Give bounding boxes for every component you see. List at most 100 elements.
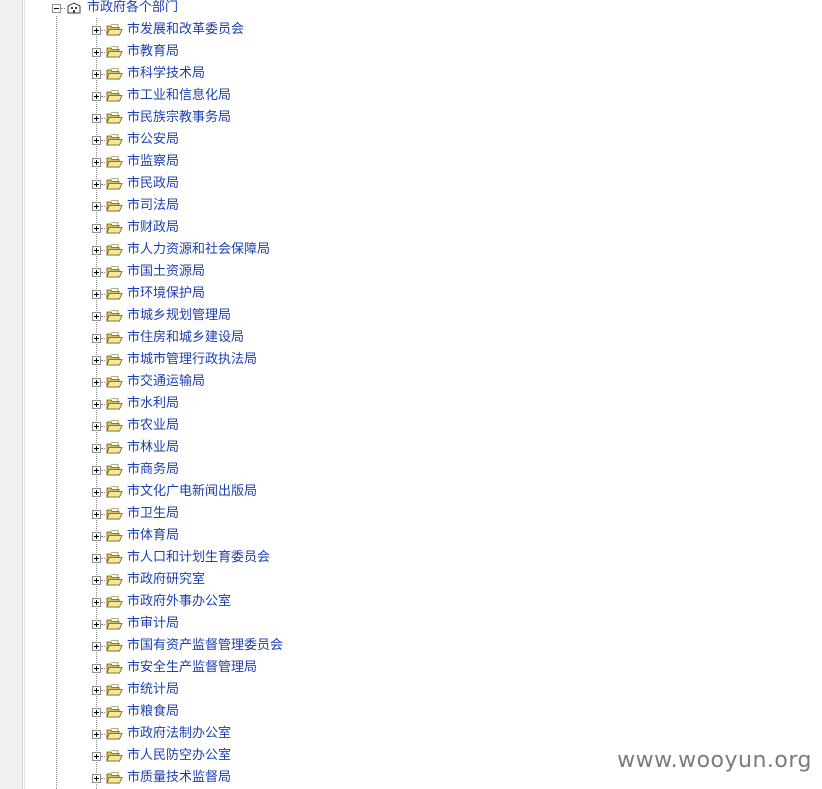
tree-item-label[interactable]: 市人力资源和社会保障局 bbox=[127, 242, 270, 258]
collapse-toggle[interactable] bbox=[52, 3, 61, 13]
tree-item[interactable]: 市商务局 bbox=[92, 460, 179, 480]
expand-toggle[interactable] bbox=[92, 311, 101, 321]
tree-item-label[interactable]: 市城市管理行政执法局 bbox=[127, 352, 257, 368]
tree-item-label[interactable]: 市住房和城乡建设局 bbox=[127, 330, 244, 346]
tree-item-label[interactable]: 市监察局 bbox=[127, 154, 179, 170]
tree-item[interactable]: 市交通运输局 bbox=[92, 372, 205, 392]
expand-toggle[interactable] bbox=[92, 729, 101, 739]
tree-item[interactable]: 市民政局 bbox=[92, 174, 179, 194]
tree-item-label[interactable]: 市体育局 bbox=[127, 528, 179, 544]
tree-item[interactable]: 市财政局 bbox=[92, 218, 179, 238]
tree-item[interactable]: 市体育局 bbox=[92, 526, 179, 546]
tree-item-label[interactable]: 市发展和改革委员会 bbox=[127, 22, 244, 38]
expand-toggle[interactable] bbox=[92, 421, 101, 431]
tree-item-label[interactable]: 市安全生产监督管理局 bbox=[127, 660, 257, 676]
tree-item-label[interactable]: 市水利局 bbox=[127, 396, 179, 412]
expand-toggle[interactable] bbox=[92, 69, 101, 79]
tree-item[interactable]: 市发展和改革委员会 bbox=[92, 20, 244, 40]
expand-toggle[interactable] bbox=[92, 399, 101, 409]
tree-item[interactable]: 市林业局 bbox=[92, 438, 179, 458]
tree-item-label[interactable]: 市质量技术监督局 bbox=[127, 770, 231, 786]
expand-toggle[interactable] bbox=[92, 487, 101, 497]
tree-item-label[interactable]: 市城乡规划管理局 bbox=[127, 308, 231, 324]
expand-toggle[interactable] bbox=[92, 113, 101, 123]
tree-item-label[interactable]: 市公安局 bbox=[127, 132, 179, 148]
tree-item-label[interactable]: 市统计局 bbox=[127, 682, 179, 698]
tree-item[interactable]: 市政府研究室 bbox=[92, 570, 205, 590]
expand-toggle[interactable] bbox=[92, 751, 101, 761]
expand-toggle[interactable] bbox=[92, 223, 101, 233]
tree-item[interactable]: 市司法局 bbox=[92, 196, 179, 216]
tree-item-label[interactable]: 市林业局 bbox=[127, 440, 179, 456]
tree-item[interactable]: 市政府外事办公室 bbox=[92, 592, 231, 612]
tree-item[interactable]: 市质量技术监督局 bbox=[92, 768, 231, 788]
tree-item-label[interactable]: 市教育局 bbox=[127, 44, 179, 60]
expand-toggle[interactable] bbox=[92, 509, 101, 519]
tree-root-label[interactable]: 市政府各个部门 bbox=[87, 0, 178, 16]
tree-item-label[interactable]: 市人口和计划生育委员会 bbox=[127, 550, 270, 566]
expand-toggle[interactable] bbox=[92, 531, 101, 541]
tree-item[interactable]: 市统计局 bbox=[92, 680, 179, 700]
tree-item[interactable]: 市监察局 bbox=[92, 152, 179, 172]
expand-toggle[interactable] bbox=[92, 465, 101, 475]
tree-item-label[interactable]: 市环境保护局 bbox=[127, 286, 205, 302]
tree-item[interactable]: 市城市管理行政执法局 bbox=[92, 350, 257, 370]
tree-item-label[interactable]: 市政府法制办公室 bbox=[127, 726, 231, 742]
expand-toggle[interactable] bbox=[92, 641, 101, 651]
tree-item-label[interactable]: 市财政局 bbox=[127, 220, 179, 236]
expand-toggle[interactable] bbox=[92, 245, 101, 255]
tree-item[interactable]: 市教育局 bbox=[92, 42, 179, 62]
tree-item[interactable]: 市卫生局 bbox=[92, 504, 179, 524]
tree-item-label[interactable]: 市民政局 bbox=[127, 176, 179, 192]
tree-item[interactable]: 市国有资产监督管理委员会 bbox=[92, 636, 283, 656]
tree-item[interactable]: 市科学技术局 bbox=[92, 64, 205, 84]
expand-toggle[interactable] bbox=[92, 91, 101, 101]
tree-item[interactable]: 市农业局 bbox=[92, 416, 179, 436]
tree-item[interactable]: 市工业和信息化局 bbox=[92, 86, 231, 106]
tree-item-label[interactable]: 市政府外事办公室 bbox=[127, 594, 231, 610]
expand-toggle[interactable] bbox=[92, 355, 101, 365]
tree-item[interactable]: 市公安局 bbox=[92, 130, 179, 150]
expand-toggle[interactable] bbox=[92, 663, 101, 673]
tree-item-label[interactable]: 市粮食局 bbox=[127, 704, 179, 720]
tree-item-label[interactable]: 市政府研究室 bbox=[127, 572, 205, 588]
tree-item-label[interactable]: 市交通运输局 bbox=[127, 374, 205, 390]
expand-toggle[interactable] bbox=[92, 179, 101, 189]
tree-item[interactable]: 市粮食局 bbox=[92, 702, 179, 722]
expand-toggle[interactable] bbox=[92, 289, 101, 299]
tree-item[interactable]: 市审计局 bbox=[92, 614, 179, 634]
tree-item[interactable]: 市安全生产监督管理局 bbox=[92, 658, 257, 678]
tree-item[interactable]: 市水利局 bbox=[92, 394, 179, 414]
expand-toggle[interactable] bbox=[92, 443, 101, 453]
tree-item-label[interactable]: 市卫生局 bbox=[127, 506, 179, 522]
tree-item-label[interactable]: 市人民防空办公室 bbox=[127, 748, 231, 764]
tree-item[interactable]: 市环境保护局 bbox=[92, 284, 205, 304]
tree-item-label[interactable]: 市审计局 bbox=[127, 616, 179, 632]
tree-item[interactable]: 市人民防空办公室 bbox=[92, 746, 231, 766]
expand-toggle[interactable] bbox=[92, 47, 101, 57]
expand-toggle[interactable] bbox=[92, 25, 101, 35]
tree-root-node[interactable]: 市政府各个部门 bbox=[52, 0, 178, 18]
tree-item-label[interactable]: 市商务局 bbox=[127, 462, 179, 478]
tree-item-label[interactable]: 市文化广电新闻出版局 bbox=[127, 484, 257, 500]
expand-toggle[interactable] bbox=[92, 597, 101, 607]
tree-item[interactable]: 市住房和城乡建设局 bbox=[92, 328, 244, 348]
expand-toggle[interactable] bbox=[92, 773, 101, 783]
tree-item[interactable]: 市人力资源和社会保障局 bbox=[92, 240, 270, 260]
expand-toggle[interactable] bbox=[92, 201, 101, 211]
tree-item-label[interactable]: 市司法局 bbox=[127, 198, 179, 214]
expand-toggle[interactable] bbox=[92, 685, 101, 695]
expand-toggle[interactable] bbox=[92, 619, 101, 629]
tree-item-label[interactable]: 市国土资源局 bbox=[127, 264, 205, 280]
tree-item[interactable]: 市政府法制办公室 bbox=[92, 724, 231, 744]
tree-item[interactable]: 市文化广电新闻出版局 bbox=[92, 482, 257, 502]
tree-item-label[interactable]: 市科学技术局 bbox=[127, 66, 205, 82]
tree-item[interactable]: 市国土资源局 bbox=[92, 262, 205, 282]
tree-item[interactable]: 市人口和计划生育委员会 bbox=[92, 548, 270, 568]
expand-toggle[interactable] bbox=[92, 267, 101, 277]
expand-toggle[interactable] bbox=[92, 553, 101, 563]
tree-item[interactable]: 市城乡规划管理局 bbox=[92, 306, 231, 326]
tree-item-label[interactable]: 市国有资产监督管理委员会 bbox=[127, 638, 283, 654]
expand-toggle[interactable] bbox=[92, 377, 101, 387]
expand-toggle[interactable] bbox=[92, 333, 101, 343]
